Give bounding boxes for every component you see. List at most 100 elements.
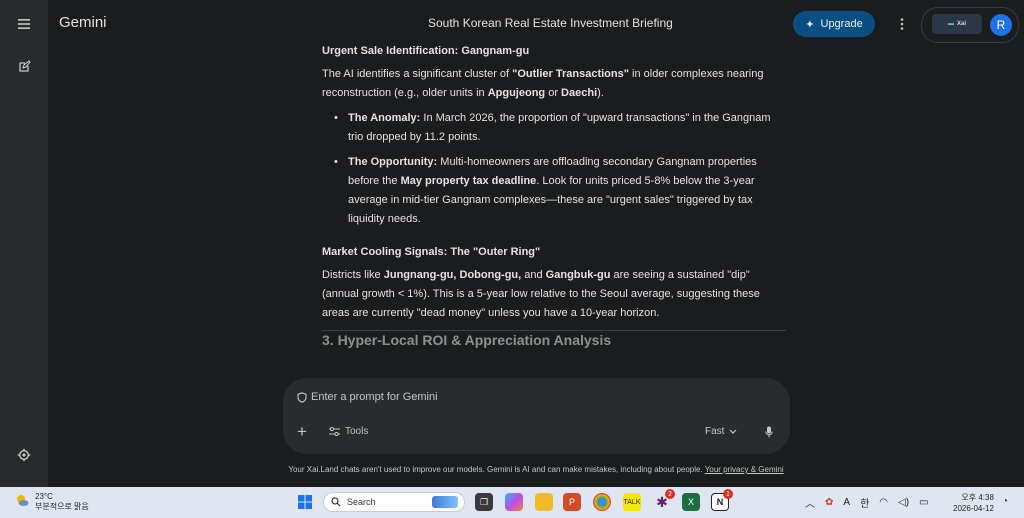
date: 2026-04-12 [953, 504, 994, 513]
weather-description: 부분적으로 맑음 [35, 502, 89, 511]
chevron-down-icon [730, 429, 737, 434]
conversation-title[interactable]: South Korean Real Estate Investment Brie… [428, 16, 673, 30]
bold-run: Jungnang-gu, Dobong-gu, [383, 269, 522, 281]
text-run: Districts like [322, 269, 384, 281]
scroll-fade [300, 355, 800, 380]
text-run: or [545, 87, 562, 99]
bullet-label: The Opportunity: [348, 156, 438, 168]
hamburger-icon [18, 19, 30, 29]
taskbar-search[interactable]: Search [323, 492, 465, 512]
tray-app-icon[interactable]: ✿ [825, 497, 833, 508]
upgrade-label: Upgrade [820, 18, 863, 30]
disclaimer: Your Xai.Land chats aren't used to impro… [0, 465, 1024, 474]
wifi-icon[interactable]: ◠ [879, 497, 888, 508]
account-area: ▬ Xai R [921, 7, 1019, 43]
search-label: Search [347, 497, 376, 507]
battery-icon[interactable]: ▭ [919, 497, 928, 508]
prompt-box: Enter a prompt for Gemini + Tools Fast [283, 378, 790, 454]
bold-run: Gangbuk-gu [545, 269, 611, 281]
tools-label: Tools [345, 426, 369, 437]
ime-mode-a[interactable]: A [843, 497, 850, 508]
upgrade-button[interactable]: ✦ Upgrade [793, 11, 875, 37]
new-chat-button[interactable] [12, 54, 36, 78]
chevron-up-icon[interactable]: ︿ [805, 495, 815, 510]
tools-sliders-icon [329, 427, 340, 436]
text-run: The AI identifies a significant cluster … [322, 68, 513, 80]
task-view-icon: ❐ [479, 496, 489, 507]
bullet-dot: • [334, 112, 338, 124]
urgent-sale-paragraph: The AI identifies a significant cluster … [322, 65, 786, 103]
file-explorer-button[interactable] [535, 493, 553, 511]
sparkle-icon: ✦ [805, 18, 815, 31]
plus-icon: + [297, 422, 307, 441]
main-menu-button[interactable] [12, 12, 36, 36]
ime-mode-hangul[interactable]: 한 [860, 495, 869, 510]
partly-sunny-icon [17, 495, 29, 506]
avatar[interactable]: R [990, 14, 1012, 36]
temperature: 23°C [35, 492, 53, 501]
bold-run: Apgujeong [487, 87, 546, 99]
text-run: and [521, 269, 546, 281]
workspace-logo[interactable]: ▬ Xai [932, 14, 982, 34]
kebab-menu-icon [900, 18, 904, 30]
list-item: • The Anomaly: In March 2026, the propor… [322, 109, 786, 147]
edit-icon [18, 59, 31, 72]
notification-badge: 2 [665, 489, 675, 499]
app-title: Gemini [59, 14, 107, 31]
start-button[interactable] [296, 493, 314, 511]
chrome-button[interactable] [593, 493, 611, 511]
cooling-heading: Market Cooling Signals: The "Outer Ring" [322, 246, 541, 258]
speaker-icon[interactable]: ◁) [898, 497, 909, 508]
logo-text: Xai [956, 21, 966, 27]
notion-button[interactable]: N 1 [711, 489, 733, 511]
urgent-sale-heading: Urgent Sale Identification: Gangnam-gu [322, 45, 530, 57]
excel-icon: X [687, 497, 694, 507]
cooling-paragraph: Districts like Jungnang-gu, Dobong-gu, a… [322, 266, 786, 323]
time: 오후 4:38 [961, 493, 994, 502]
windows-logo-icon [298, 495, 312, 509]
notifications-button[interactable]: ◔ [998, 494, 1012, 508]
bell-icon: ◔ [1001, 495, 1009, 507]
more-options-button[interactable] [894, 14, 910, 34]
system-tray: ︿ ✿ A 한 ◠ ◁) ▭ [805, 495, 928, 510]
bold-run: Daechi [561, 87, 598, 99]
shield-icon [297, 391, 307, 403]
prompt-input[interactable]: Enter a prompt for Gemini [297, 391, 438, 403]
bold-run: May property tax deadline [400, 175, 537, 187]
settings-button[interactable] [12, 443, 36, 467]
text-run: ). [597, 87, 604, 99]
prompt-placeholder: Enter a prompt for Gemini [311, 391, 438, 403]
copilot-button[interactable] [505, 493, 523, 511]
powerpoint-button[interactable]: P [563, 493, 581, 511]
kakaotalk-icon: TALK [623, 498, 641, 506]
excel-button[interactable]: X [682, 493, 700, 511]
kakaotalk-button[interactable]: TALK [623, 493, 641, 511]
add-files-button[interactable]: + [297, 422, 307, 441]
bullet-label: The Anomaly: [348, 112, 421, 124]
bullet-dot: • [334, 156, 338, 168]
notion-icon: N [716, 497, 724, 507]
privacy-link[interactable]: Your privacy & Gemini [705, 465, 784, 474]
top-bar: Gemini South Korean Real Estate Investme… [48, 0, 1024, 48]
microphone-icon [765, 426, 773, 438]
section-3-heading: 3. Hyper-Local ROI & Appreciation Analys… [322, 332, 612, 348]
response-content: Urgent Sale Identification: Gangnam-gu T… [322, 42, 786, 350]
mode-label: Fast [705, 426, 725, 437]
powerpoint-icon: P [568, 497, 575, 507]
task-view-button[interactable]: ❐ [475, 493, 493, 511]
taskbar: 23°C 부분적으로 맑음 Search ❐ P TALK ✱ 2 X N 1 … [0, 487, 1024, 518]
gear-icon [17, 448, 31, 462]
disclaimer-text: Your Xai.Land chats aren't used to impro… [288, 465, 705, 474]
tools-button[interactable]: Tools [329, 426, 368, 437]
microphone-button[interactable] [762, 424, 776, 440]
notification-badge: 1 [723, 489, 733, 499]
slack-button[interactable]: ✱ 2 [653, 489, 675, 511]
sidebar [0, 0, 48, 487]
search-highlight-icon [432, 496, 458, 508]
clock[interactable]: 오후 4:38 2026-04-12 [953, 492, 994, 514]
bold-run: "Outlier Transactions" [512, 68, 629, 80]
model-mode-selector[interactable]: Fast [705, 426, 737, 437]
logo-mark-icon: ▬ [947, 21, 954, 27]
weather-widget[interactable]: 23°C 부분적으로 맑음 [14, 492, 89, 512]
list-item: • The Opportunity: Multi-homeowners are … [322, 153, 786, 229]
